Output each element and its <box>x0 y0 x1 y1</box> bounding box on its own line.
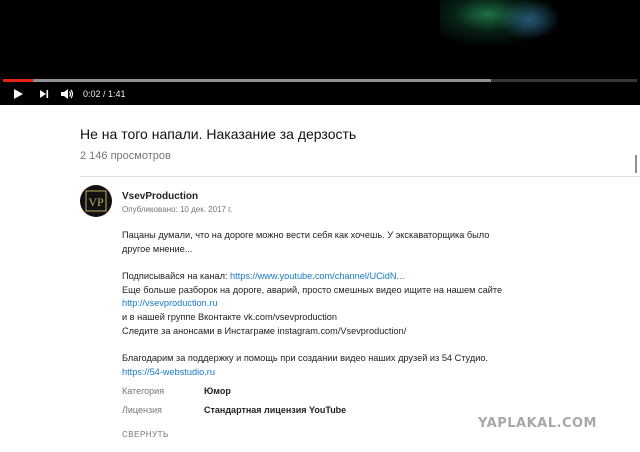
view-count: 2 146 просмотров <box>80 150 171 162</box>
time-current: 0:02 <box>83 89 101 99</box>
watermark: YAPLAKAL.COM <box>478 416 597 431</box>
channel-avatar[interactable]: VP <box>80 185 112 217</box>
description-line: Благодарим за поддержку и помощь при соз… <box>122 353 488 364</box>
video-description: Пацаны думали, что на дороге можно вести… <box>122 229 532 380</box>
channel-logo-icon: VP <box>85 190 107 212</box>
description-line: и в нашей группе Вконтакте vk.com/vsevpr… <box>122 312 338 323</box>
time-display: 0:02 / 1:41 <box>83 87 126 101</box>
progress-played <box>3 79 34 82</box>
progress-bar[interactable] <box>3 79 637 82</box>
studio-link[interactable]: https://54-webstudio.ru <box>122 367 215 377</box>
channel-name[interactable]: VsevProduction <box>122 191 198 202</box>
description-line: другое мнение... <box>122 243 193 254</box>
description-line: Следите за анонсами в Инстаграме instagr… <box>122 325 407 336</box>
volume-icon <box>61 89 74 99</box>
channel-link[interactable]: https://www.youtube.com/channel/UCidN... <box>230 271 404 281</box>
play-button[interactable] <box>10 86 26 102</box>
publish-date: Опубликовано: 10 дек. 2017 г. <box>122 205 233 214</box>
play-icon <box>14 89 23 99</box>
progress-buffered <box>3 79 492 82</box>
subscribe-line: Подписывайся на канал: https://www.youtu… <box>122 270 532 284</box>
video-frame-highlight <box>500 0 560 40</box>
description-line: Пацаны думали, что на дороге можно вести… <box>122 230 490 240</box>
next-button[interactable] <box>37 86 51 102</box>
description-line: Еще больше разборок на дороге, аварий, п… <box>122 284 503 295</box>
video-player[interactable]: 0:02 / 1:41 <box>0 0 640 105</box>
subscribe-prefix: Подписывайся на канал: <box>122 271 231 282</box>
site-link[interactable]: http://vsevproduction.ru <box>122 298 218 308</box>
avatar-monogram: VP <box>88 195 104 209</box>
time-total: 1:41 <box>108 89 126 99</box>
next-icon <box>40 90 49 98</box>
time-separator: / <box>100 89 109 99</box>
category-label: Категория <box>122 386 165 396</box>
video-title: Не на того напали. Наказание за дерзость <box>80 126 357 142</box>
category-value[interactable]: Юмор <box>204 386 231 396</box>
license-label: Лицензия <box>122 405 162 415</box>
divider <box>80 176 640 177</box>
collapse-button[interactable]: СВЕРНУТЬ <box>122 430 169 439</box>
sidebar-scroll-marker <box>635 155 637 173</box>
license-value[interactable]: Стандартная лицензия YouTube <box>204 405 346 415</box>
volume-button[interactable] <box>59 86 75 102</box>
